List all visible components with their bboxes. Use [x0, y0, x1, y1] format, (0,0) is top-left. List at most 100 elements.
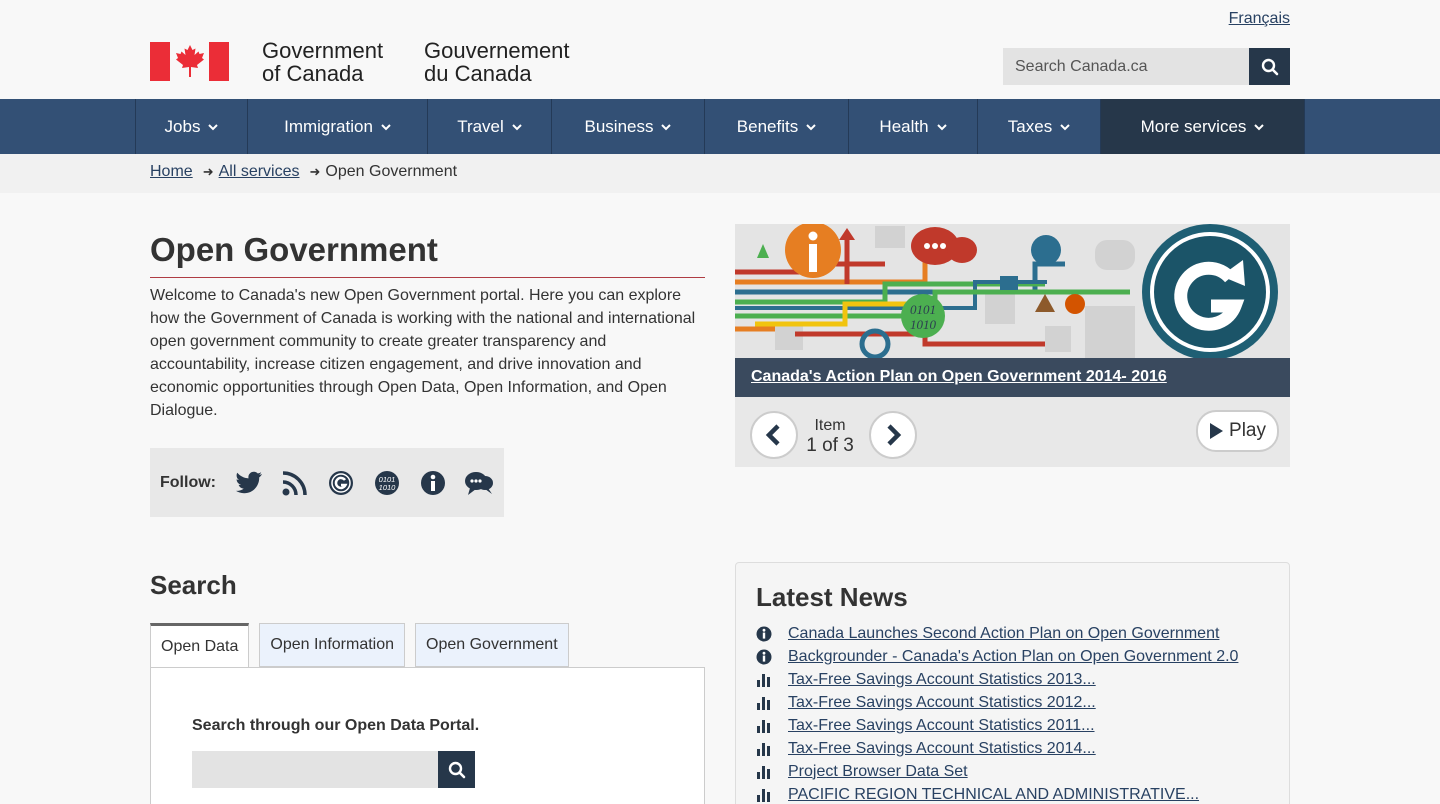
news-item: Canada Launches Second Action Plan on Op…: [756, 622, 1238, 645]
open-data-icon[interactable]: 0101 1010: [372, 468, 402, 498]
latest-news-heading: Latest News: [756, 582, 908, 612]
open-government-icon[interactable]: [326, 468, 356, 498]
carousel-play-button[interactable]: Play: [1196, 410, 1279, 452]
news-link[interactable]: Tax-Free Savings Account Statistics 2014…: [788, 740, 1096, 758]
canada-flag-icon[interactable]: [150, 42, 229, 81]
menu-item-jobs[interactable]: Jobs: [136, 99, 248, 154]
wordmark-en-line1: Government: [262, 38, 384, 63]
info-icon: [756, 626, 772, 642]
chevron-right-icon: [887, 424, 902, 446]
search-icon: [448, 761, 465, 778]
bar-chart-icon: [756, 764, 772, 780]
breadcrumb: Home ➜ All services ➜ Open Government: [0, 154, 1440, 193]
open-dialogue-icon[interactable]: [464, 468, 494, 498]
chevron-down-icon: [1060, 123, 1070, 130]
wordmark-fr-line1: Gouvernement: [424, 38, 570, 63]
carousel-counter: Item 1 of 3: [799, 416, 861, 456]
site-search: [1003, 48, 1290, 85]
open-data-search-input[interactable]: [192, 751, 438, 788]
news-item: Backgrounder - Canada's Action Plan on O…: [756, 645, 1238, 668]
bar-chart-icon: [756, 672, 772, 688]
wordmark-french[interactable]: Gouvernement du Canada: [424, 39, 570, 85]
chevron-down-icon: [661, 123, 672, 130]
news-item: Tax-Free Savings Account Statistics 2011…: [756, 714, 1238, 737]
news-item: PACIFIC REGION TECHNICAL AND ADMINISTRAT…: [756, 783, 1238, 804]
news-link[interactable]: Tax-Free Savings Account Statistics 2012…: [788, 694, 1096, 712]
menu-item-business[interactable]: Business: [552, 99, 705, 154]
carousel-next-button[interactable]: [869, 411, 917, 459]
menu-item-taxes[interactable]: Taxes: [978, 99, 1101, 154]
news-link[interactable]: Canada Launches Second Action Plan on Op…: [788, 625, 1219, 643]
breadcrumb-home-link[interactable]: Home: [150, 163, 193, 181]
bar-chart-icon: [756, 695, 772, 711]
menu-item-benefits[interactable]: Benefits: [705, 99, 849, 154]
page-title: Open Government: [150, 231, 705, 278]
news-item: Project Browser Data Set: [756, 760, 1238, 783]
open-government-illustration[interactable]: 0101 1010: [735, 224, 1290, 358]
breadcrumb-all-services-link[interactable]: All services: [219, 163, 300, 181]
latest-news-panel: Latest News Canada Launches Second Actio…: [735, 562, 1290, 804]
news-item: Tax-Free Savings Account Statistics 2013…: [756, 668, 1238, 691]
wordmark-fr-line2: du Canada: [424, 61, 532, 86]
svg-text:0101: 0101: [910, 302, 936, 317]
carousel-caption: Canada's Action Plan on Open Government …: [735, 358, 1290, 397]
bar-chart-icon: [756, 718, 772, 734]
chevron-down-icon: [1254, 123, 1265, 130]
bar-chart-icon: [756, 741, 772, 757]
site-header: Français Government of Canada Gouverneme…: [0, 0, 1440, 99]
search-icon: [1261, 58, 1278, 75]
open-data-search-button[interactable]: [438, 751, 475, 788]
chevron-down-icon: [512, 123, 522, 130]
play-icon: [1210, 423, 1224, 439]
language-toggle-link[interactable]: Français: [1229, 10, 1290, 28]
search-heading: Search: [150, 570, 237, 600]
news-item: Tax-Free Savings Account Statistics 2014…: [756, 737, 1238, 760]
open-information-icon[interactable]: [418, 468, 448, 498]
chevron-down-icon: [381, 123, 391, 130]
feature-carousel: 0101 1010 Canada's Action Plan on Open G…: [735, 224, 1290, 467]
svg-text:1010: 1010: [910, 317, 937, 332]
chevron-down-icon: [208, 123, 219, 130]
twitter-icon[interactable]: [234, 468, 264, 498]
tab-open-information[interactable]: Open Information: [259, 623, 406, 667]
arrow-right-icon: ➜: [202, 164, 214, 179]
panel-title: Search through our Open Data Portal.: [192, 717, 480, 734]
search-tabs: Open Data Open Information Open Governme…: [150, 623, 579, 668]
menu-item-health[interactable]: Health: [849, 99, 978, 154]
chevron-left-icon: [765, 424, 780, 446]
svg-text:1010: 1010: [379, 483, 397, 492]
site-search-button[interactable]: [1249, 48, 1290, 85]
news-item: Tax-Free Savings Account Statistics 2012…: [756, 691, 1238, 714]
carousel-caption-link[interactable]: Canada's Action Plan on Open Government …: [751, 368, 1167, 386]
news-link[interactable]: Backgrounder - Canada's Action Plan on O…: [788, 648, 1238, 666]
intro-paragraph: Welcome to Canada's new Open Government …: [150, 287, 696, 419]
news-link[interactable]: Tax-Free Savings Account Statistics 2013…: [788, 671, 1096, 689]
info-icon: [756, 649, 772, 665]
news-link[interactable]: Project Browser Data Set: [788, 763, 968, 781]
rss-icon[interactable]: [280, 468, 310, 498]
menu-item-more-services[interactable]: More services: [1101, 99, 1305, 154]
play-label: Play: [1229, 420, 1266, 441]
news-link[interactable]: Tax-Free Savings Account Statistics 2011…: [788, 717, 1095, 735]
wordmark-english[interactable]: Government of Canada: [262, 39, 383, 85]
wordmark-en-line2: of Canada: [262, 61, 364, 86]
carousel-item-count: 1 of 3: [806, 435, 854, 456]
carousel-previous-button[interactable]: [750, 411, 798, 459]
breadcrumb-current: Open Government: [325, 163, 458, 180]
bar-chart-icon: [756, 787, 772, 803]
carousel-item-label: Item: [814, 417, 846, 434]
chevron-down-icon: [936, 123, 947, 130]
arrow-right-icon: ➜: [309, 164, 321, 179]
menu-item-travel[interactable]: Travel: [428, 99, 552, 154]
tab-open-data[interactable]: Open Data: [150, 623, 250, 668]
menu-item-immigration[interactable]: Immigration: [248, 99, 428, 154]
main-menu: Jobs Immigration Travel Business Benefit…: [0, 99, 1440, 154]
open-data-panel: Search through our Open Data Portal.: [150, 667, 705, 804]
chevron-down-icon: [806, 123, 816, 130]
site-search-input[interactable]: [1003, 48, 1249, 85]
news-link[interactable]: PACIFIC REGION TECHNICAL AND ADMINISTRAT…: [788, 786, 1199, 804]
follow-label: Follow:: [160, 473, 216, 491]
open-data-search: [192, 751, 475, 788]
follow-bar: Follow: 0101 1010: [150, 448, 504, 517]
tab-open-government[interactable]: Open Government: [415, 623, 569, 667]
